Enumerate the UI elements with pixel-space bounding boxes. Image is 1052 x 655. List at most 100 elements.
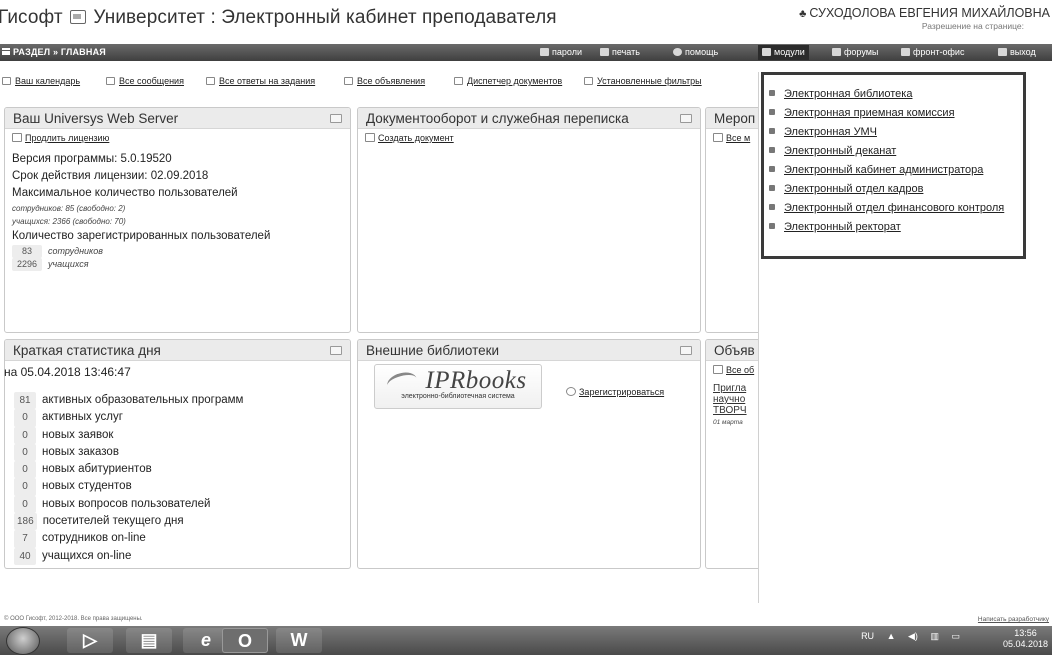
breadcrumb-text: РАЗДЕЛ » ГЛАВНАЯ: [13, 47, 106, 57]
collapse-icon[interactable]: [680, 346, 692, 355]
count-badge: 186: [14, 513, 37, 531]
home-icon: [901, 48, 910, 56]
file-explorer-icon[interactable]: ▤: [126, 628, 172, 653]
module-icon: [769, 223, 775, 229]
count-badge: 0: [14, 443, 36, 462]
user-name-link[interactable]: ♣ СУХОДОЛОВА ЕВГЕНИЯ МИХАЙЛОВНА: [799, 6, 1050, 20]
iprbooks-logo[interactable]: IPRbooks электронно-библиотечная система: [374, 364, 542, 409]
license-term-line: Срок действия лицензии: 02.09.2018: [12, 168, 343, 185]
module-link-library[interactable]: Электронная библиотека: [769, 85, 1018, 104]
document-manager-link[interactable]: Диспетчер документов: [454, 76, 562, 86]
menu-item-print[interactable]: печать: [600, 47, 640, 57]
module-icon: [769, 185, 775, 191]
menu-item-label: фронт-офис: [913, 47, 965, 57]
menu-item-label: форумы: [844, 47, 879, 57]
menu-item-forums[interactable]: форумы: [832, 47, 878, 57]
module-link-label: Электронный деканат: [784, 145, 897, 157]
count-badge: 0: [14, 409, 36, 427]
help-icon: [673, 48, 682, 56]
contact-developer-link[interactable]: Написать разработчику: [978, 616, 1049, 623]
answers-icon: [206, 77, 215, 85]
version-label: Версия программы:: [12, 153, 118, 165]
renew-license-link[interactable]: Продлить лицензию: [12, 133, 343, 143]
start-button[interactable]: [6, 627, 40, 655]
collapse-icon[interactable]: [680, 114, 692, 123]
table-icon: [713, 133, 723, 142]
registered-students: 2296 учащихся: [12, 258, 343, 271]
menu-item-help[interactable]: помощь: [673, 47, 718, 57]
module-icon: [769, 147, 775, 153]
opera-browser-icon[interactable]: O: [222, 628, 268, 653]
menu-item-modules[interactable]: модули: [758, 45, 809, 60]
language-indicator[interactable]: RU: [861, 631, 874, 641]
app-title: Гисофт Университет : Электронный кабинет…: [0, 7, 557, 29]
user-block: ♣ СУХОДОЛОВА ЕВГЕНИЯ МИХАЙЛОВНА Разрешени…: [799, 6, 1050, 31]
registered-students-label: учащихся: [48, 259, 89, 269]
task-answers-link[interactable]: Все ответы на задания: [206, 76, 315, 86]
volume-icon[interactable]: ◀): [908, 631, 918, 641]
panel-title-text: Ваш Universys Web Server: [13, 111, 179, 126]
network-icon[interactable]: ▥: [930, 631, 939, 641]
module-link-deanery[interactable]: Электронный деканат: [769, 142, 1018, 161]
stat-label: сотрудников on-line: [42, 532, 146, 545]
register-link-label: Зарегистрироваться: [579, 387, 665, 397]
clock[interactable]: 13:56 05.04.2018: [1003, 628, 1048, 650]
module-icon: [769, 166, 775, 172]
messages-link[interactable]: Все сообщения: [106, 76, 184, 86]
filters-link[interactable]: Установленные фильтры: [584, 76, 702, 86]
version-value: 5.0.19520: [120, 153, 172, 165]
panel-title-text: Краткая статистика дня: [13, 343, 161, 358]
word-icon[interactable]: W: [276, 628, 322, 653]
announcements-link-label: Все объявления: [357, 76, 426, 86]
menu-item-label: помощь: [685, 47, 719, 57]
module-icon: [769, 109, 775, 115]
count-badge: 40: [14, 547, 36, 565]
students-limit: учащихся: 2366 (свободно: 70): [12, 217, 126, 226]
panel-title: Документооборот и служебная переписка: [358, 108, 700, 129]
register-link[interactable]: Зарегистрироваться: [566, 387, 664, 397]
module-link-umch[interactable]: Электронная УМЧ: [769, 123, 1018, 142]
menu-item-logout[interactable]: выход: [998, 47, 1036, 57]
stat-row: 0 активных услуг: [14, 409, 351, 427]
count-badge: 0: [14, 478, 36, 496]
taskbar: ▷ ▤ e O W RU ▲ ◀) ▥ ▭ 13:56 05.04.2018: [0, 626, 1052, 655]
stats-date: на 05.04.2018 13:46:47: [4, 365, 131, 379]
create-document-link[interactable]: Создать документ: [365, 133, 693, 143]
count-badge: 0: [14, 461, 36, 479]
stat-row: 186 посетителей текущего дня: [14, 513, 351, 531]
module-link-hr[interactable]: Электронный отдел кадров: [769, 180, 1018, 199]
count-badge: 7: [14, 530, 36, 548]
menu-item-front-office[interactable]: фронт-офис: [901, 47, 964, 57]
stat-row: 0 новых абитуриентов: [14, 461, 351, 479]
module-link-admin[interactable]: Электронный кабинет администратора: [769, 161, 1018, 180]
stat-label: посетителей текущего дня: [42, 515, 184, 528]
tray-arrow-icon[interactable]: ▲: [887, 631, 896, 641]
module-icon: [769, 128, 775, 134]
menu-item-passwords[interactable]: пароли: [540, 47, 582, 57]
registered-label: Количество зарегистрированных пользовате…: [12, 230, 271, 242]
stat-row: 0 новых заявок: [14, 426, 351, 444]
flag-icon[interactable]: ▭: [951, 631, 960, 641]
document-manager-icon: [454, 77, 463, 85]
version-line: Версия программы: 5.0.19520: [12, 151, 343, 168]
menu-item-label: печать: [612, 47, 640, 57]
permission-text: Разрешение на странице:: [921, 21, 1024, 31]
stat-label: активных образовательных программ: [42, 394, 244, 406]
messages-icon: [106, 77, 115, 85]
breadcrumb[interactable]: РАЗДЕЛ » ГЛАВНАЯ: [2, 47, 106, 57]
announcements-link[interactable]: Все объявления: [344, 76, 425, 86]
exit-icon: [998, 48, 1007, 56]
collapse-icon[interactable]: [330, 346, 342, 355]
menu-item-label: выход: [1010, 47, 1036, 57]
menu-item-label: пароли: [552, 47, 582, 57]
calendar-link[interactable]: Ваш календарь: [2, 76, 80, 86]
collapse-icon[interactable]: [330, 114, 342, 123]
module-link-rectorate[interactable]: Электронный ректорат: [769, 218, 1018, 237]
user-name-text: СУХОДОЛОВА ЕВГЕНИЯ МИХАЙЛОВНА: [809, 6, 1050, 20]
count-badge: 83: [12, 245, 42, 258]
all-events-label: Все м: [726, 133, 751, 143]
module-link-label: Электронная приемная комиссия: [784, 107, 955, 119]
module-link-admissions[interactable]: Электронная приемная комиссия: [769, 104, 1018, 123]
module-link-finance[interactable]: Электронный отдел финансового контроля: [769, 199, 1018, 218]
media-player-icon[interactable]: ▷: [67, 628, 113, 653]
